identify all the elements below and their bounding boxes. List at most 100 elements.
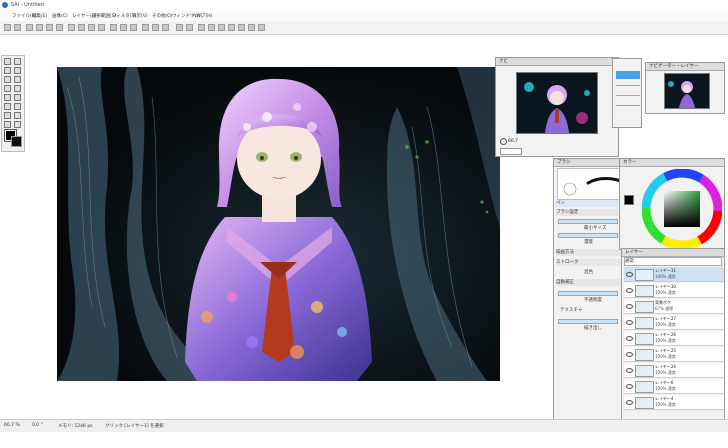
tool-button[interactable]: [14, 112, 21, 119]
brush-size-slider[interactable]: [558, 219, 618, 224]
color-panel: カラー: [619, 158, 725, 250]
layer-row[interactable]: レイヤー30 100% 通常: [624, 283, 724, 298]
menu-item[interactable]: ヘルプ(H): [192, 13, 212, 19]
toolbar-button[interactable]: [110, 24, 117, 31]
tool-button[interactable]: [4, 103, 11, 110]
toolbar-button[interactable]: [78, 24, 85, 31]
layer-row[interactable]: レイヤー27 100% 通常: [624, 315, 724, 330]
layer-row[interactable]: レイヤー31 100% 通常: [624, 267, 724, 282]
navigator-preview[interactable]: [516, 72, 598, 134]
toolbar-button[interactable]: [46, 24, 53, 31]
tool-button[interactable]: [4, 85, 11, 92]
tool-button[interactable]: [4, 112, 11, 119]
tool-button[interactable]: [14, 67, 21, 74]
brush-density-slider[interactable]: [558, 233, 618, 238]
menu-item[interactable]: 画像(C): [52, 13, 68, 19]
layer-thumbnail: [635, 333, 654, 345]
brush-section-stroke[interactable]: ストローク: [556, 259, 630, 266]
eye-icon[interactable]: [626, 368, 633, 373]
tool-button[interactable]: [14, 94, 21, 101]
toolbar-button[interactable]: [198, 24, 205, 31]
color-wheel[interactable]: [642, 169, 722, 249]
navigator-zoom[interactable]: 66.7: [508, 139, 518, 144]
layer-list: レイヤー31 100% 通常 レイヤー30 100% 通常 背景ボケ 67% 通常 レイヤー…: [622, 267, 726, 421]
eye-icon[interactable]: [626, 336, 633, 341]
title-bar: SAI - Untitled: [0, 0, 728, 11]
toolbar-button[interactable]: [36, 24, 43, 31]
layer-opacity: 100% 通常: [655, 370, 676, 375]
layer-thumbnail: [635, 381, 654, 393]
brush-persist-slider[interactable]: [558, 319, 618, 324]
brush-section-correct[interactable]: 自動補正: [556, 279, 630, 286]
divider: [616, 85, 640, 86]
layer-row[interactable]: 背景ボケ 67% 通常: [624, 299, 724, 314]
toolbar-button[interactable]: [4, 24, 11, 31]
layer-opacity: 100% 通常: [655, 290, 676, 295]
tool-palette: [1, 55, 25, 152]
tool-button[interactable]: [4, 76, 11, 83]
eye-icon[interactable]: [626, 320, 633, 325]
secondary-color-swatch[interactable]: [11, 136, 22, 147]
artwork-canvas[interactable]: [57, 67, 500, 381]
toolbar-button[interactable]: [68, 24, 75, 31]
toolbar-button[interactable]: [98, 24, 105, 31]
brush-texture-label: テクスチャ: [560, 308, 583, 313]
toolbar-button[interactable]: [228, 24, 235, 31]
layer-row[interactable]: レイヤー6 100% 通常: [624, 379, 724, 394]
toolbar-button[interactable]: [14, 24, 21, 31]
toolbar-button[interactable]: [120, 24, 127, 31]
eye-icon[interactable]: [626, 352, 633, 357]
tool-button[interactable]: [14, 121, 21, 128]
toolbar-button[interactable]: [130, 24, 137, 31]
eye-icon[interactable]: [626, 288, 633, 293]
menu-item[interactable]: 編集(E): [32, 13, 47, 19]
layer-opacity: 100% 通常: [655, 274, 676, 279]
tool-button[interactable]: [4, 67, 11, 74]
layer-row[interactable]: レイヤー24 100% 通常: [624, 363, 724, 378]
layer-row[interactable]: レイヤー26 100% 通常: [624, 331, 724, 346]
window-title: SAI - Untitled: [11, 2, 44, 8]
secondary-navigator-panel: ナビゲーター・レイヤー: [645, 62, 725, 114]
tool-button[interactable]: [14, 58, 21, 65]
toolbar-button[interactable]: [142, 24, 149, 31]
tool-button[interactable]: [4, 58, 11, 65]
toolbar-button[interactable]: [208, 24, 215, 31]
toolbar-button[interactable]: [218, 24, 225, 31]
tool-button[interactable]: [14, 103, 21, 110]
toolbar-button[interactable]: [248, 24, 255, 31]
tool-button[interactable]: [4, 121, 11, 128]
menu-item[interactable]: 表示(V): [132, 13, 148, 19]
toolbar-button[interactable]: [152, 24, 159, 31]
menu-item[interactable]: その他(O): [152, 13, 173, 19]
layer-opacity: 67% 通常: [655, 306, 674, 311]
tool-button[interactable]: [4, 94, 11, 101]
layer-panel: レイヤー 通常 レイヤー31 100% 通常 レイヤー30 100% 通常 背景ボケ 67…: [621, 248, 725, 421]
toolbar-button[interactable]: [88, 24, 95, 31]
layer-row[interactable]: レイヤー25 100% 通常: [624, 347, 724, 362]
swatch-panel: [612, 58, 642, 128]
status-message: クリック [レイヤー1] を選択: [105, 424, 164, 429]
toolbar-button[interactable]: [258, 24, 265, 31]
toolbar-button[interactable]: [176, 24, 183, 31]
toolbar-button[interactable]: [162, 24, 169, 31]
eye-icon[interactable]: [626, 272, 633, 277]
brush-section-draw[interactable]: 描画方法: [556, 249, 630, 256]
swatch-row[interactable]: [616, 71, 640, 79]
toolbar-button[interactable]: [186, 24, 193, 31]
eye-icon[interactable]: [626, 304, 633, 309]
eye-icon[interactable]: [626, 384, 633, 389]
toolbar-button[interactable]: [26, 24, 33, 31]
toolbar-button[interactable]: [56, 24, 63, 31]
layer-row[interactable]: レイヤー4 100% 通常: [624, 395, 724, 410]
navigator-header: ナビ: [496, 58, 618, 66]
color-panel-header: カラー: [620, 159, 724, 167]
tool-button[interactable]: [14, 85, 21, 92]
zoom-in-icon[interactable]: [500, 138, 507, 145]
eye-icon[interactable]: [626, 400, 633, 405]
tool-button[interactable]: [14, 76, 21, 83]
brush-opacity-slider[interactable]: [558, 291, 618, 296]
secondary-navigator-preview[interactable]: [664, 73, 710, 109]
fg-color-chip[interactable]: [624, 195, 634, 205]
toolbar-button[interactable]: [238, 24, 245, 31]
layer-blend-mode[interactable]: 通常: [624, 257, 722, 266]
